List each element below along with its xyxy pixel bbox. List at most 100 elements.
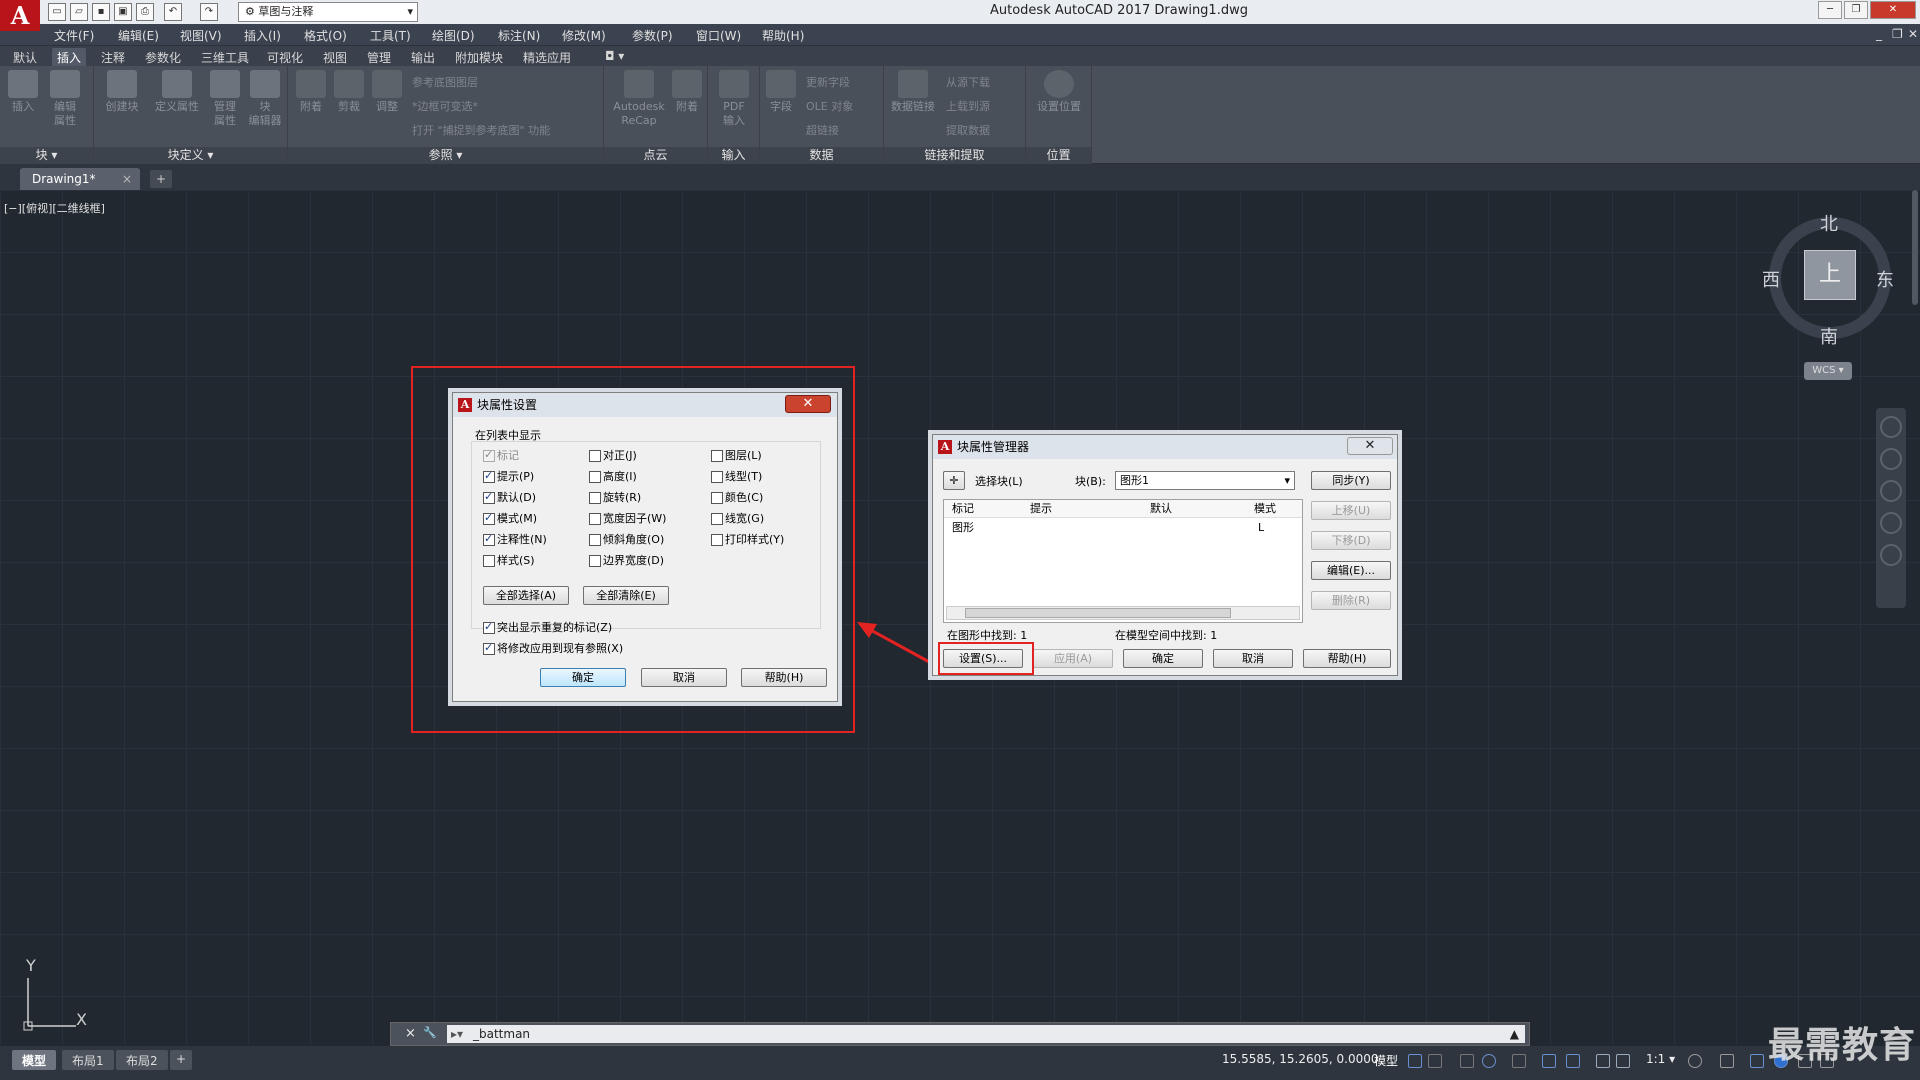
compass-west[interactable]: 西: [1762, 266, 1780, 292]
tab-visualize[interactable]: 可视化: [262, 48, 308, 67]
grid-icon[interactable]: [1408, 1054, 1422, 1068]
auto-scale-icon[interactable]: [1616, 1054, 1630, 1068]
checkbox-annotative[interactable]: 注释性(N): [483, 532, 547, 546]
set-location-tool[interactable]: 设置位置: [1032, 70, 1086, 114]
menu-file[interactable]: 文件(F): [54, 27, 94, 44]
command-input[interactable]: ▸▾ _battman ▲: [447, 1025, 1525, 1043]
edit-attribute-tool[interactable]: 编辑 属性: [48, 70, 82, 128]
data-link-tool[interactable]: 数据链接: [888, 70, 938, 114]
upload-to-source[interactable]: 上载到源: [946, 98, 990, 114]
tab-insert[interactable]: 插入: [52, 48, 87, 67]
select-all-button[interactable]: 全部选择(A): [483, 586, 569, 605]
annotation-visibility-icon[interactable]: [1596, 1054, 1610, 1068]
coordinates-readout[interactable]: 15.5585, 15.2605, 0.0000: [1222, 1052, 1379, 1066]
pan-icon[interactable]: [1880, 448, 1902, 470]
zoom-icon[interactable]: [1880, 480, 1902, 502]
menu-window[interactable]: 窗口(W): [696, 27, 741, 44]
viewcube-top-face[interactable]: 上: [1804, 250, 1856, 300]
undo-icon[interactable]: ↶: [164, 3, 182, 21]
tab-drawing1[interactable]: Drawing1* ×: [20, 168, 140, 190]
print-icon[interactable]: ⎙: [136, 3, 154, 21]
new-file-icon[interactable]: ▭: [48, 3, 66, 21]
checkbox-boundary-width[interactable]: 边界宽度(D): [589, 554, 664, 567]
cancel-button[interactable]: 取消: [641, 668, 727, 687]
checkbox-mode[interactable]: 模式(M): [483, 511, 537, 525]
scroll-thumb[interactable]: [965, 608, 1231, 618]
adjust-tool[interactable]: 调整: [370, 70, 404, 114]
ok-button[interactable]: 确定: [540, 668, 626, 687]
checkbox-lineweight[interactable]: 线宽(G): [711, 512, 764, 525]
model-space-toggle[interactable]: 模型: [1374, 1052, 1398, 1069]
checkbox-highlight-duplicates[interactable]: 突出显示重复的标记(Z): [483, 620, 612, 634]
checkbox-rotation[interactable]: 旋转(R): [589, 491, 641, 504]
menu-dimension[interactable]: 标注(N): [498, 27, 540, 44]
clip-tool[interactable]: 剪裁: [332, 70, 366, 114]
steering-wheel-icon[interactable]: [1880, 416, 1902, 438]
menu-draw[interactable]: 绘图(D): [432, 27, 475, 44]
doc-restore-icon[interactable]: ❐: [1892, 27, 1903, 41]
tab-featured-apps[interactable]: 精选应用: [518, 48, 576, 67]
checkbox-height[interactable]: 高度(I): [589, 470, 637, 483]
checkbox-prompt[interactable]: 提示(P): [483, 469, 534, 483]
tab-annotate[interactable]: 注释: [96, 48, 130, 67]
manage-attributes-tool[interactable]: 管理 属性: [208, 70, 242, 128]
gear-icon[interactable]: [1688, 1054, 1702, 1068]
checkbox-plot-style[interactable]: 打印样式(Y): [711, 533, 784, 546]
close-button[interactable]: ✕: [1870, 1, 1916, 19]
frames-variable[interactable]: *边框可变选*: [412, 98, 478, 114]
wcs-menu[interactable]: WCS ▾: [1804, 362, 1852, 380]
select-block-label[interactable]: 选择块(L): [975, 473, 1023, 489]
create-block-tool[interactable]: 创建块: [102, 70, 142, 114]
tab-view[interactable]: 视图: [318, 48, 352, 67]
panel-label[interactable]: 参照 ▾: [288, 147, 603, 164]
chevron-up-icon[interactable]: ▲: [1510, 1025, 1519, 1043]
remove-button[interactable]: 删除(R): [1311, 591, 1391, 610]
compass-north[interactable]: 北: [1820, 210, 1838, 236]
isolate-objects-icon[interactable]: [1750, 1054, 1764, 1068]
checkbox-color[interactable]: 颜色(C): [711, 491, 763, 504]
app-menu-button[interactable]: A: [0, 0, 40, 31]
scrollbar[interactable]: [1912, 190, 1918, 305]
menu-format[interactable]: 格式(O): [304, 27, 347, 44]
menu-parametric[interactable]: 参数(P): [632, 27, 673, 44]
menu-tools[interactable]: 工具(T): [370, 27, 411, 44]
compass-east[interactable]: 东: [1876, 266, 1894, 292]
save-icon[interactable]: ▪: [92, 3, 110, 21]
compass-south[interactable]: 南: [1820, 323, 1838, 349]
checkbox-layer[interactable]: 图层(L): [711, 449, 762, 462]
doc-close-icon[interactable]: ✕: [1908, 27, 1918, 41]
ole-object[interactable]: OLE 对象: [806, 98, 853, 114]
viewport-controls[interactable]: [−][俯视][二维线框]: [4, 200, 105, 216]
checkbox-linetype[interactable]: 线型(T): [711, 470, 762, 483]
help-button[interactable]: 帮助(H): [741, 668, 827, 687]
menu-edit[interactable]: 编辑(E): [118, 27, 159, 44]
wrench-icon[interactable]: 🔧: [423, 1026, 437, 1039]
column-mode[interactable]: 模式: [1254, 500, 1276, 518]
tab-model[interactable]: 模型: [12, 1050, 57, 1070]
close-button[interactable]: ✕: [785, 395, 831, 413]
tab-manage[interactable]: 管理: [362, 48, 396, 67]
new-tab-button[interactable]: +: [150, 170, 172, 188]
restore-button[interactable]: ❐: [1844, 1, 1868, 19]
new-layout-button[interactable]: +: [170, 1050, 193, 1070]
help-button[interactable]: 帮助(H): [1303, 649, 1391, 668]
tab-parametric[interactable]: 参数化: [140, 48, 186, 67]
tab-default[interactable]: 默认: [8, 48, 42, 67]
block-select[interactable]: 图形1 ▾: [1115, 471, 1295, 490]
tab-3d-tools[interactable]: 三维工具: [196, 48, 254, 67]
hyperlink[interactable]: 超链接: [806, 122, 839, 138]
move-up-button[interactable]: 上移(U): [1311, 501, 1391, 520]
column-tag[interactable]: 标记: [952, 500, 974, 518]
close-icon[interactable]: ×: [405, 1026, 416, 1041]
edit-button[interactable]: 编辑(E)...: [1311, 561, 1391, 580]
attach-point-cloud-tool[interactable]: 附着: [670, 70, 704, 114]
panel-label[interactable]: 块定义 ▾: [94, 147, 287, 164]
clear-all-button[interactable]: 全部清除(E): [583, 586, 669, 605]
tab-layout1[interactable]: 布局1: [62, 1050, 114, 1070]
sync-button[interactable]: 同步(Y): [1311, 471, 1391, 490]
menu-help[interactable]: 帮助(H): [762, 27, 804, 44]
field-tool[interactable]: 字段: [764, 70, 798, 114]
panel-label[interactable]: 块 ▾: [0, 147, 93, 164]
table-row[interactable]: 图形 L: [944, 520, 1302, 536]
redo-icon[interactable]: ↷: [200, 3, 218, 21]
